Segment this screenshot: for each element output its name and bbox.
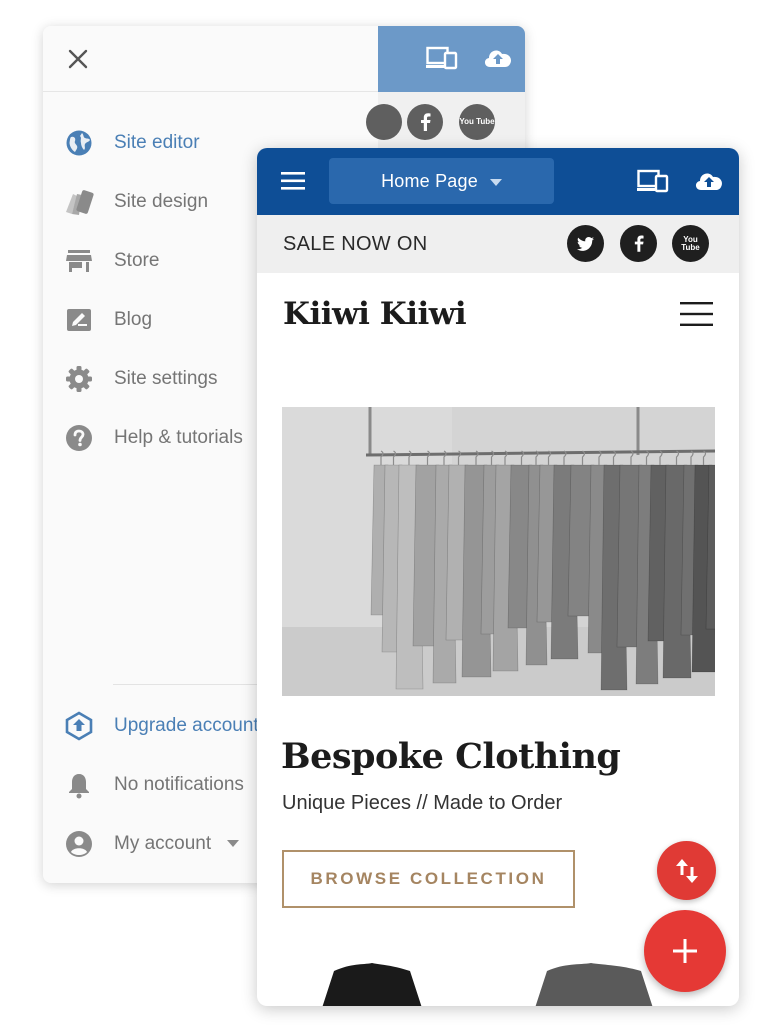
plus-icon [673,939,697,963]
hero-subtitle[interactable]: Unique Pieces // Made to Order [282,792,562,815]
youtube-icon[interactable]: You Tube [672,225,709,262]
store-icon [63,245,95,277]
site-menu-icon[interactable] [680,302,713,326]
cloud-upload-icon[interactable] [693,168,725,192]
youtube-icon: You Tube [459,104,495,140]
gear-icon [63,363,95,395]
account-icon [63,828,95,860]
site-brand[interactable]: Kiiwi Kiiwi [283,296,467,332]
add-button[interactable] [644,910,726,992]
twitter-icon[interactable] [567,225,604,262]
side-menu-header [43,26,378,92]
facebook-icon[interactable] [620,225,657,262]
globe-icon [63,127,95,159]
menu-item-my-account[interactable]: My account [63,824,240,864]
sale-banner: SALE NOW ON You Tube [257,215,739,273]
clothing-rack-illustration [282,407,715,696]
browse-collection-button[interactable]: BROWSE COLLECTION [282,850,575,908]
menu-item-help[interactable]: Help & tutorials [63,418,243,458]
upgrade-icon [63,710,95,742]
menu-item-store[interactable]: Store [63,241,159,281]
devices-icon[interactable] [637,169,669,193]
swap-vertical-icon [675,858,698,883]
product-thumbnail[interactable] [312,963,462,1006]
facebook-icon [407,104,443,140]
menu-item-notifications[interactable]: No notifications [63,765,244,805]
cloud-upload-icon [484,50,512,67]
menu-divider [113,684,263,685]
hero-image[interactable] [282,407,715,696]
chevron-down-icon [489,178,502,186]
bell-icon [63,769,95,801]
menu-item-blog[interactable]: Blog [63,300,152,340]
blog-icon [63,304,95,336]
menu-item-upgrade[interactable]: Upgrade account [63,706,259,746]
menu-item-site-editor[interactable]: Site editor [63,123,200,163]
reorder-button[interactable] [657,841,716,900]
background-toolbar [378,26,525,92]
social-icon [366,104,402,140]
page-selector[interactable]: Home Page [329,158,554,204]
hero-title[interactable]: Bespoke Clothing [281,736,621,777]
devices-icon [426,46,458,70]
help-icon [63,422,95,454]
background-social-bar: You Tube [366,92,525,152]
menu-icon[interactable] [281,172,305,190]
chevron-down-icon [227,840,240,847]
menu-item-site-design[interactable]: Site design [63,182,208,222]
close-icon[interactable] [65,46,91,72]
swatch-icon [63,186,95,218]
editor-toolbar: Home Page [257,148,739,215]
menu-item-site-settings[interactable]: Site settings [63,359,218,399]
